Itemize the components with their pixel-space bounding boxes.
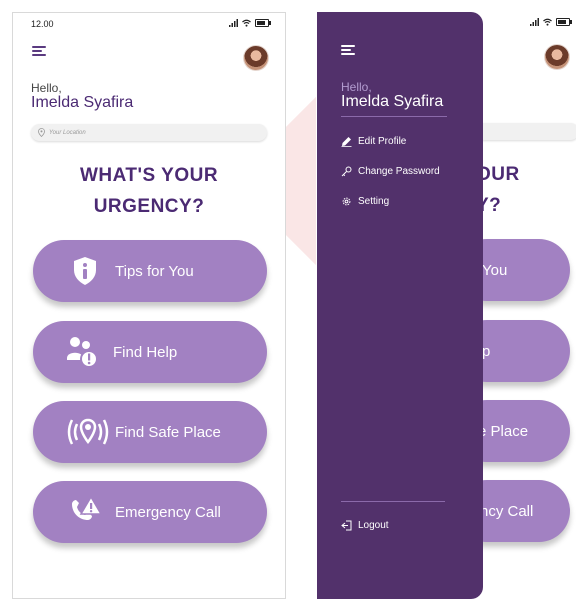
drawer-greeting: Hello, xyxy=(341,80,372,94)
urgency-question: WHAT'S YOUR URGENCY? xyxy=(13,160,285,222)
logout-icon xyxy=(341,520,352,531)
menu-item-setting[interactable]: Setting xyxy=(341,196,389,207)
menu-icon[interactable] xyxy=(32,46,46,56)
menu-item-change-password[interactable]: Change Password xyxy=(341,166,440,177)
phone-alert-icon xyxy=(67,494,103,530)
emergency-call-button[interactable]: Emergency Call xyxy=(33,481,267,543)
location-pin-icon xyxy=(38,128,45,137)
status-icons xyxy=(229,19,271,27)
signal-icon xyxy=(229,19,238,27)
drawer-user-name: Imelda Syafira xyxy=(341,93,444,110)
shield-info-icon xyxy=(67,253,103,289)
location-input[interactable] xyxy=(476,123,576,140)
battery-icon xyxy=(556,18,572,26)
divider xyxy=(341,116,447,117)
avatar[interactable] xyxy=(244,46,268,70)
action-label: Emergency Call xyxy=(115,503,221,521)
menu-item-label: Edit Profile xyxy=(358,136,407,147)
avatar[interactable] xyxy=(545,45,569,69)
divider xyxy=(341,501,445,502)
location-placeholder: Your Location xyxy=(49,129,86,136)
status-time: 12.00 xyxy=(31,19,54,29)
action-label: e Place xyxy=(478,422,529,440)
location-input[interactable]: Your Location xyxy=(31,124,267,141)
action-label: Find Safe Place xyxy=(115,423,221,441)
find-safe-place-button[interactable]: Find Safe Place xyxy=(33,401,267,463)
action-label: Find Help xyxy=(113,343,178,361)
question-line-1: WHAT'S YOUR xyxy=(79,165,219,186)
action-label: ncy Call xyxy=(480,502,534,520)
find-help-button[interactable]: Find Help xyxy=(33,321,267,383)
status-icons xyxy=(530,18,572,26)
menu-item-label: Change Password xyxy=(358,166,440,177)
action-label: Tips for You xyxy=(115,262,194,280)
key-icon xyxy=(341,166,352,177)
menu-item-label: Setting xyxy=(358,196,390,207)
navigation-drawer: Hello, Imelda Syafira Edit Profile Chang… xyxy=(317,12,483,599)
greeting: Hello, xyxy=(31,81,62,95)
pencil-icon xyxy=(341,137,352,147)
people-alert-icon xyxy=(65,334,101,370)
logout-button[interactable]: Logout xyxy=(341,520,389,531)
menu-icon[interactable] xyxy=(341,45,355,55)
action-label: p xyxy=(482,342,491,360)
wifi-icon xyxy=(242,19,251,27)
question-line-2: URGENCY? xyxy=(93,196,205,217)
signal-icon xyxy=(530,18,539,26)
gear-icon xyxy=(342,197,351,206)
tips-for-you-button[interactable]: Tips for You xyxy=(33,240,267,302)
home-screen: 12.00 Hello, Imelda Syafira Your Locatio… xyxy=(12,12,286,599)
menu-item-edit-profile[interactable]: Edit Profile xyxy=(341,136,406,147)
logout-label: Logout xyxy=(358,520,389,531)
wifi-icon xyxy=(543,18,552,26)
battery-icon xyxy=(255,19,271,27)
action-label: You xyxy=(482,261,508,279)
user-name: Imelda Syafira xyxy=(31,94,134,111)
location-broadcast-icon xyxy=(65,414,111,450)
